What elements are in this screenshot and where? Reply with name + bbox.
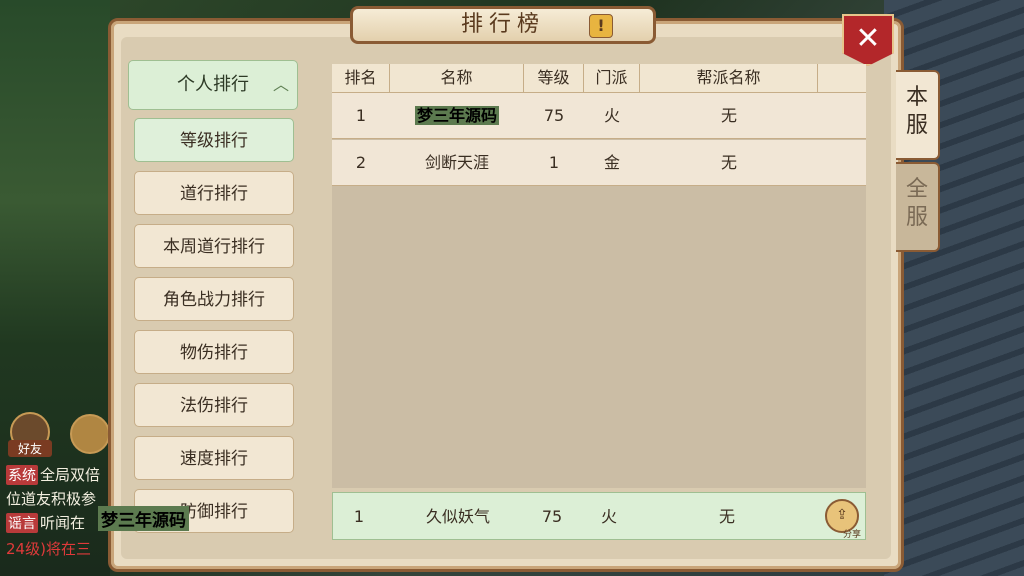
page-title: 排行榜: [460, 12, 545, 37]
col-name: 名称: [390, 64, 524, 92]
chat-text: 位道友积极参: [6, 490, 97, 508]
cell-school: 火: [603, 106, 620, 125]
cell-school: 火: [600, 507, 617, 526]
player-name: 梦三年源码: [414, 106, 499, 125]
table-row[interactable]: 2 剑断天涯 1 金 无: [332, 140, 866, 186]
cell-level: 75: [541, 507, 563, 526]
chat-line: 系统 全局双倍: [6, 464, 100, 485]
chat-text: 三: [75, 540, 91, 558]
chat-text: 听闻在: [40, 514, 86, 532]
rumor-tag: 谣言: [6, 513, 38, 533]
cell-level: 75: [543, 106, 565, 125]
col-rank: 排名: [332, 64, 390, 92]
menu-item-speed[interactable]: 速度排行: [134, 436, 294, 480]
watermark-text: 梦三年源码: [98, 506, 189, 531]
col-level: 等级: [524, 64, 584, 92]
system-tag: 系统: [6, 465, 38, 485]
col-school: 门派: [584, 64, 640, 92]
cell-rank: 1: [353, 507, 365, 526]
menu-category-personal[interactable]: 个人排行 ︿: [128, 60, 298, 110]
friend-label: 好友: [8, 440, 52, 457]
cell-name: 久似妖气: [425, 507, 490, 526]
chat-bubble-icon[interactable]: [70, 414, 110, 454]
menu-item-physical-damage[interactable]: 物伤排行: [134, 330, 294, 374]
chat-text: 全局双倍: [40, 466, 101, 484]
cell-guild: 无: [720, 153, 737, 172]
cell-rank: 2: [355, 153, 367, 172]
chat-line: 24级)将在三: [6, 538, 91, 559]
chat-line: 谣言 听闻在: [6, 512, 85, 533]
menu-item-level[interactable]: 等级排行: [134, 118, 294, 162]
tab-server[interactable]: 本服: [896, 70, 940, 160]
col-guild: 帮派名称: [640, 64, 818, 92]
info-icon[interactable]: !: [589, 14, 613, 38]
title-bar: 排行榜 !: [350, 6, 656, 44]
share-label: 分享: [842, 530, 861, 540]
cell-level: 1: [548, 153, 560, 172]
menu-category-label: 个人排行: [177, 74, 249, 95]
cell-name: 梦三年源码: [390, 93, 524, 138]
cell-school: 金: [603, 153, 620, 172]
my-rank-row: 1 久似妖气 75 火 无 ⇪ 分享: [332, 492, 866, 540]
chat-text: 24级)将在: [6, 540, 76, 558]
menu-item-daoxing[interactable]: 道行排行: [134, 171, 294, 215]
cell-rank: 1: [355, 106, 367, 125]
cell-guild: 无: [720, 106, 737, 125]
menu-item-magic-damage[interactable]: 法伤排行: [134, 383, 294, 427]
cell-name: 剑断天涯: [424, 153, 489, 172]
menu-item-weekly-daoxing[interactable]: 本周道行排行: [134, 224, 294, 268]
table-row[interactable]: 1 梦三年源码 75 火 无: [332, 93, 866, 139]
menu-item-combat-power[interactable]: 角色战力排行: [134, 277, 294, 321]
tab-all-servers[interactable]: 全服: [896, 162, 940, 252]
chat-line: 位道友积极参: [6, 488, 96, 509]
chevron-up-icon: ︿: [272, 75, 289, 94]
table-header: 排名 名称 等级 门派 帮派名称: [332, 64, 866, 93]
ranking-table: 排名 名称 等级 门派 帮派名称 1 梦三年源码 75 火 无 2 剑断天涯 1…: [332, 64, 866, 488]
cell-guild: 无: [718, 507, 735, 526]
